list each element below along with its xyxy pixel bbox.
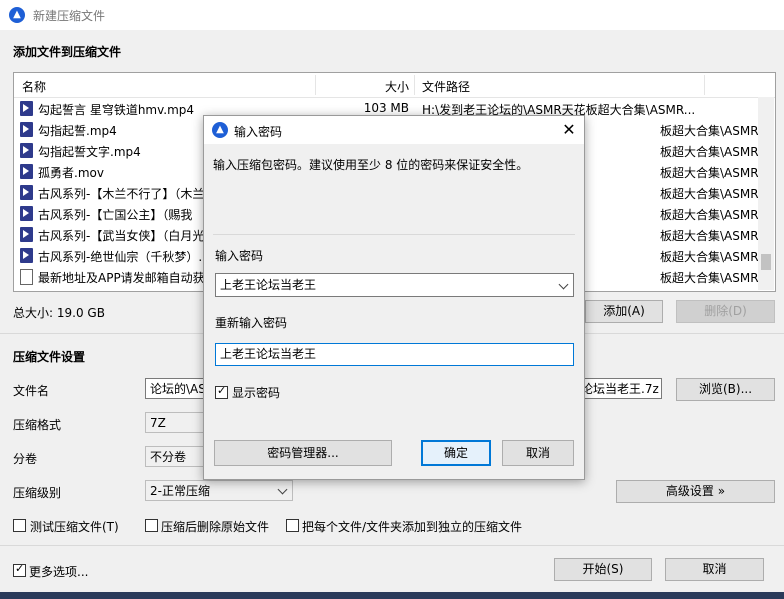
taskbar bbox=[0, 592, 784, 599]
filename-label: 文件名 bbox=[13, 384, 50, 398]
file-name: 孤勇者.mov bbox=[38, 166, 104, 180]
dialog-message: 输入压缩包密码。建议使用至少 8 位的密码来保证安全性。 bbox=[213, 158, 529, 172]
divider bbox=[0, 545, 784, 546]
split-label: 分卷 bbox=[13, 452, 38, 466]
chevron-down-icon[interactable] bbox=[558, 279, 569, 290]
add-files-section-title: 添加文件到压缩文件 bbox=[13, 45, 122, 59]
test-checkbox-label[interactable]: 测试压缩文件(T) bbox=[30, 518, 119, 535]
level-value: 2-正常压缩 bbox=[150, 484, 210, 498]
add-button[interactable]: 添加(A) bbox=[585, 300, 663, 323]
browse-button[interactable]: 浏览(B)... bbox=[676, 378, 775, 401]
file-name: 古风系列-【亡国公主】（赐我 bbox=[38, 208, 193, 222]
video-file-icon bbox=[20, 206, 33, 221]
password-manager-button[interactable]: 密码管理器... bbox=[214, 440, 392, 466]
level-label: 压缩级别 bbox=[13, 486, 62, 500]
column-path-header[interactable]: 文件路径 bbox=[422, 78, 470, 95]
file-name: 勾指起誓文字.mp4 bbox=[38, 145, 141, 159]
delete-button[interactable]: 删除(D) bbox=[676, 300, 775, 323]
video-file-icon bbox=[20, 122, 33, 137]
video-file-icon bbox=[20, 101, 33, 116]
column-separator[interactable] bbox=[704, 75, 705, 95]
video-file-icon bbox=[20, 227, 33, 242]
file-name: 勾起誓言 星穹铁道hmv.mp4 bbox=[38, 103, 195, 117]
column-name-header[interactable]: 名称 bbox=[22, 78, 46, 95]
password-value: 上老王论坛当老王 bbox=[220, 278, 317, 292]
show-password-label[interactable]: 显示密码 bbox=[232, 384, 280, 401]
file-name: 最新地址及APP请发邮箱自动获 bbox=[38, 271, 205, 285]
file-name: 勾指起誓.mp4 bbox=[38, 124, 117, 138]
level-select[interactable]: 2-正常压缩 bbox=[145, 480, 293, 501]
format-label: 压缩格式 bbox=[13, 418, 62, 432]
column-size-header[interactable]: 大小 bbox=[385, 78, 409, 95]
ok-button[interactable]: 确定 bbox=[421, 440, 491, 466]
file-name: 古风系列-【木兰不行了】（木兰 bbox=[38, 187, 205, 201]
delete-after-label[interactable]: 压缩后删除原始文件 bbox=[161, 518, 269, 535]
delete-after-checkbox[interactable] bbox=[145, 519, 158, 532]
scrollbar-thumb[interactable] bbox=[761, 254, 771, 270]
list-header: 名称 大小 文件路径 bbox=[14, 73, 775, 98]
text-file-icon bbox=[20, 269, 33, 285]
confirm-password-input[interactable]: 上老王论坛当老王 bbox=[215, 343, 574, 366]
separate-archives-label[interactable]: 把每个文件/文件夹添加到独立的压缩文件 bbox=[302, 518, 522, 535]
video-file-icon bbox=[20, 248, 33, 263]
advanced-settings-button[interactable]: 高级设置 » bbox=[616, 480, 775, 503]
title-bar: ▲ 新建压缩文件 bbox=[0, 0, 784, 30]
more-options-checkbox[interactable] bbox=[13, 562, 26, 577]
start-button[interactable]: 开始(S) bbox=[554, 558, 652, 581]
cancel-button[interactable]: 取消 bbox=[665, 558, 764, 581]
dialog-title: 输入密码 bbox=[234, 125, 283, 139]
divider bbox=[213, 234, 575, 235]
app-logo-icon: ▲ bbox=[9, 7, 25, 23]
video-file-icon bbox=[20, 164, 33, 179]
dialog-cancel-button[interactable]: 取消 bbox=[502, 440, 574, 466]
chevron-down-icon bbox=[277, 484, 288, 495]
dialog-title-bar: ▲ 输入密码 ✕ bbox=[204, 116, 584, 144]
password-label: 输入密码 bbox=[215, 249, 264, 263]
password-dialog: ▲ 输入密码 ✕ 输入压缩包密码。建议使用至少 8 位的密码来保证安全性。 输入… bbox=[203, 115, 585, 480]
password-input[interactable]: 上老王论坛当老王 bbox=[215, 273, 574, 297]
video-file-icon bbox=[20, 143, 33, 158]
settings-section-title: 压缩文件设置 bbox=[13, 350, 86, 364]
test-checkbox[interactable] bbox=[13, 519, 26, 532]
separate-archives-checkbox[interactable] bbox=[286, 519, 299, 532]
window-title: 新建压缩文件 bbox=[33, 9, 106, 23]
column-separator[interactable] bbox=[414, 75, 415, 95]
show-password-checkbox[interactable] bbox=[215, 384, 228, 399]
close-icon[interactable]: ✕ bbox=[558, 119, 580, 141]
more-options-label[interactable]: 更多选项... bbox=[29, 563, 88, 580]
file-name: 古风系列-【武当女侠】（白月光 bbox=[38, 229, 205, 243]
total-size: 总大小: 19.0 GB bbox=[13, 306, 105, 320]
app-logo-icon: ▲ bbox=[212, 122, 228, 138]
file-name: 古风系列-绝世仙宗（千秋梦）. bbox=[38, 250, 203, 264]
confirm-password-label: 重新输入密码 bbox=[215, 316, 288, 330]
column-separator[interactable] bbox=[315, 75, 316, 95]
filename-input-tail[interactable]: 论坛当老王.7z bbox=[577, 378, 662, 399]
file-size: 103 MB bbox=[363, 101, 409, 115]
vertical-scrollbar[interactable] bbox=[758, 97, 774, 290]
video-file-icon bbox=[20, 185, 33, 200]
